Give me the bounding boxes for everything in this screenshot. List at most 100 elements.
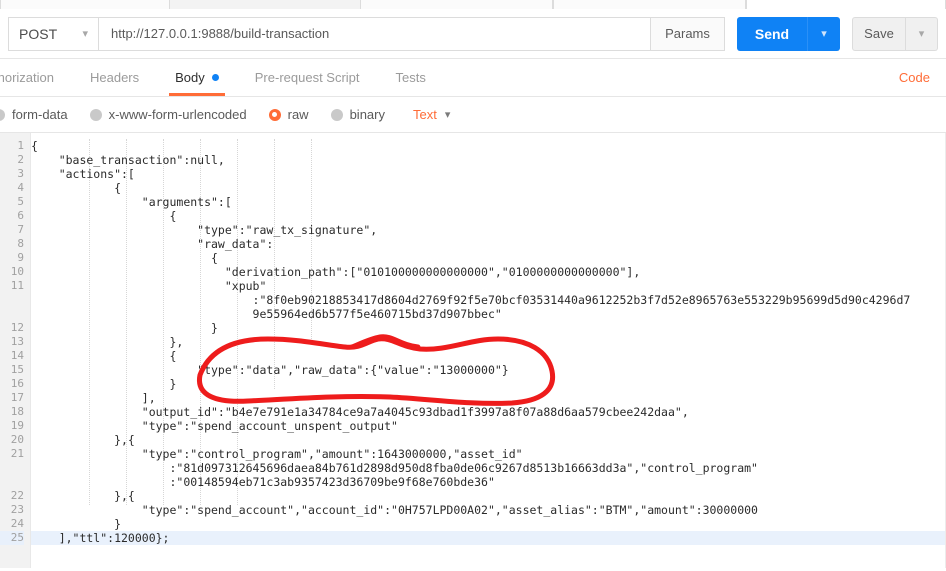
code-link[interactable]: Code [899,59,946,96]
line-number: 9 [17,251,24,264]
body-type-label: raw [287,107,309,122]
tab-label: thorization [0,70,54,85]
tab-tests[interactable]: Tests [378,59,444,96]
code-line[interactable]: 9e55964ed6b577f5e460715bd37d907bbec" [31,307,946,321]
line-number: 12 [10,321,24,334]
line-number: 17 [10,391,24,404]
code-line[interactable]: ],"ttl":120000}; [31,531,946,545]
radio-icon [89,108,102,121]
code-line[interactable]: } [31,377,946,391]
body-type-label: form-data [12,107,68,122]
code-line[interactable]: :"81d097312645696daea84b761d2898d950d8fb… [31,461,946,475]
code-line[interactable]: "type":"control_program","amount":164300… [31,447,946,461]
send-button[interactable]: Send [737,16,807,51]
line-number [0,461,24,475]
code-line[interactable]: { [31,181,946,195]
chevron-down-icon: ▾ [821,28,827,40]
tab-body[interactable]: Body [157,59,237,96]
tab-segment[interactable] [360,0,553,9]
save-button[interactable]: Save [852,16,906,51]
body-type-label: binary [349,107,385,122]
request-url-bar: POST ▾ http://127.0.0.1:9888/build-trans… [0,9,946,59]
body-format-select[interactable]: Text ▾ [413,107,450,122]
code-line[interactable]: },{ [31,433,946,447]
tab-pre-request-script[interactable]: Pre-request Script [237,59,378,96]
code-line[interactable]: :"00148594eb71c3ab9357423d36709be9f68e76… [31,475,946,489]
line-number: 15 [10,363,24,376]
tab-authorization[interactable]: thorization [0,59,72,96]
chevron-down-icon: ▾ [82,28,88,40]
code-line[interactable]: "output_id":"b4e7e791e1a34784ce9a7a4045c… [31,405,946,419]
code-line[interactable]: ], [31,391,946,405]
browser-tab-strip[interactable] [0,0,946,9]
line-number: 18 [10,405,24,418]
tab-gap [170,0,360,9]
request-url-input[interactable]: http://127.0.0.1:9888/build-transaction [98,16,651,51]
body-type-form-data[interactable]: form-data [0,107,68,122]
radio-icon [0,108,5,121]
chevron-down-icon: ▾ [444,109,451,121]
code-line[interactable]: "xpub" [31,279,946,293]
chevron-down-icon: ▾ [918,28,925,40]
code-line[interactable]: { [31,209,946,223]
body-type-raw[interactable]: raw [268,107,309,122]
params-button[interactable]: Params [651,16,725,51]
line-number: 3 [17,167,24,180]
line-number: 22 [10,489,24,502]
tab-label: Headers [89,70,140,85]
code-line[interactable]: "actions":[ [31,167,946,181]
tab-label: Body [175,70,205,85]
line-number: 7 [17,223,24,236]
line-number: 19 [10,419,24,432]
save-options-button[interactable]: ▾ [906,16,938,51]
tab-segment[interactable] [553,0,746,9]
code-line[interactable]: "type":"data","raw_data":{"value":"13000… [31,363,946,377]
editor-line-numbers: 1 2 3 4 5 6 7 8 9 10 11 12 13 14 15 16 17 18 19 20 21 22 23 24 2… [0,133,30,568]
code-line[interactable]: "base_transaction":null, [31,153,946,167]
code-line[interactable]: { [31,349,946,363]
save-button-group: Save ▾ [852,16,938,51]
body-modified-dot-icon [211,74,219,81]
line-number: 5 [17,195,24,208]
body-type-binary[interactable]: binary [330,107,385,122]
line-number: 13 [10,335,24,348]
code-line[interactable]: "type":"raw_tx_signature", [31,223,946,237]
raw-body-editor[interactable]: 1 2 3 4 5 6 7 8 9 10 11 12 13 14 15 16 17 18 19 20 21 22 23 24 2… [0,133,946,568]
tab-segment-active[interactable] [746,0,946,9]
code-line[interactable]: }, [31,335,946,349]
tab-headers[interactable]: Headers [72,59,157,96]
code-line[interactable]: { [31,251,946,265]
code-line[interactable]: "type":"spend_account_unspent_output" [31,419,946,433]
body-type-label: x-www-form-urlencoded [108,107,247,122]
line-number: 8 [17,237,24,250]
body-type-selector: form-data x-www-form-urlencoded raw bina… [0,97,946,133]
code-line[interactable]: "raw_data": [31,237,946,251]
line-number: 23 [10,503,24,516]
code-line[interactable]: },{ [31,489,946,503]
line-number: 24 [10,517,24,530]
editor-code-area[interactable]: { "base_transaction":null, "actions":[ {… [30,133,946,568]
line-number: 4 [17,181,24,194]
http-method-select[interactable]: POST ▾ [8,16,98,51]
line-number: 1 [17,139,24,152]
tab-segment[interactable] [0,0,170,9]
send-options-button[interactable]: ▾ [807,16,840,51]
code-line[interactable]: } [31,321,946,335]
line-number: 21 [10,447,24,460]
send-button-group: Send ▾ [737,16,840,51]
line-number [0,293,24,307]
code-line[interactable]: { [31,139,946,153]
line-number: 25 [0,531,24,545]
code-line[interactable]: "type":"spend_account","account_id":"0H7… [31,503,946,517]
radio-icon [330,108,343,121]
line-number: 6 [17,209,24,222]
line-number: 16 [10,377,24,390]
body-type-urlencoded[interactable]: x-www-form-urlencoded [89,107,247,122]
code-line[interactable]: "derivation_path":["010100000000000000",… [31,265,946,279]
code-line[interactable]: "arguments":[ [31,195,946,209]
code-line[interactable]: } [31,517,946,531]
radio-icon-selected [268,108,281,121]
code-line[interactable]: :"8f0eb90218853417d8604d2769f92f5e70bcf0… [31,293,946,307]
http-method-value: POST [19,25,58,42]
tab-label: Tests [395,70,426,85]
